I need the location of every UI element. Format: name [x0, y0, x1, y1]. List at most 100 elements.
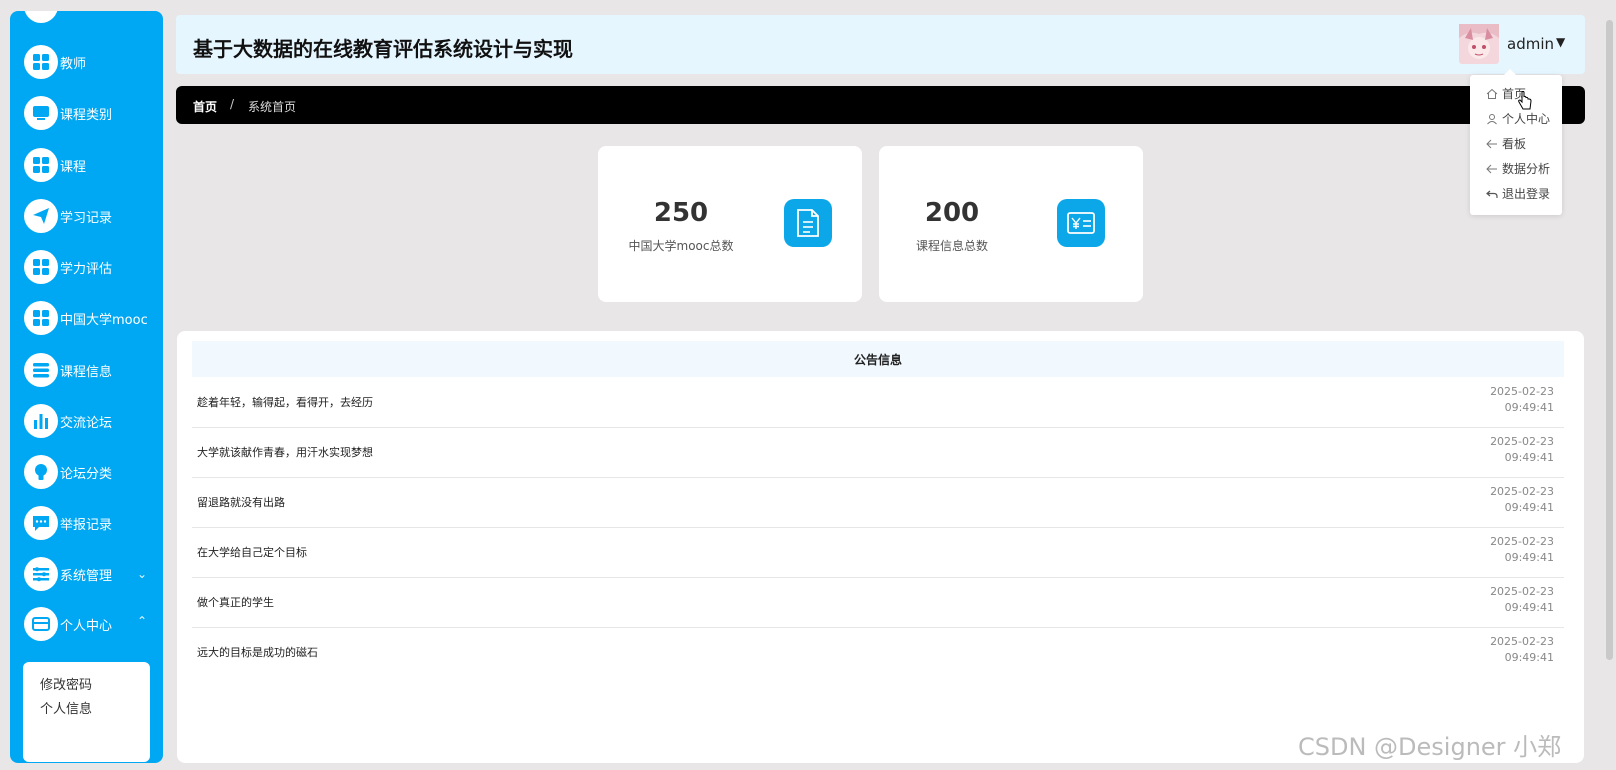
sidebar-item-system-management[interactable]: 系统管理 [24, 554, 112, 594]
app-title: 基于大数据的在线教育评估系统设计与实现 [193, 37, 573, 61]
sidebar-item-forum-category[interactable]: 论坛分类 [24, 452, 112, 492]
logout-icon [1486, 190, 1498, 198]
notice-row[interactable]: 在大学给自己定个目标 2025-02-23 09:49:41 [192, 527, 1564, 578]
grid-icon [24, 148, 58, 182]
list-icon [24, 353, 58, 387]
notice-panel: 公告信息 趁着年轻，输得起，看得开，去经历 2025-02-23 09:49:4… [177, 331, 1584, 763]
notice-row[interactable]: 留退路就没有出路 2025-02-23 09:49:41 [192, 477, 1564, 528]
sidebar-item-course-category[interactable]: 课程类别 [24, 93, 112, 133]
bar-chart-icon [24, 404, 58, 438]
chevron-down-icon[interactable]: ⌄ [137, 567, 147, 581]
submenu-item-personal-info[interactable]: 个人信息 [40, 698, 92, 717]
sidebar-item-forum[interactable]: 交流论坛 [24, 401, 112, 441]
mouse-cursor-icon [1517, 91, 1533, 115]
notice-text: 远大的目标是成功的磁石 [197, 646, 318, 659]
notice-date: 2025-02-23 [1490, 535, 1554, 548]
notice-date: 2025-02-23 [1490, 385, 1554, 398]
sidebar-item-label: 课程信息 [60, 364, 113, 380]
notice-date: 2025-02-23 [1490, 635, 1554, 648]
sidebar-item-label: 课程 [60, 159, 87, 175]
sidebar-item-ability-assessment[interactable]: 学力评估 [24, 247, 112, 287]
user-icon [1487, 113, 1497, 124]
breadcrumb-home[interactable]: 首页 [193, 98, 217, 115]
home-icon [1486, 88, 1498, 99]
submenu-item-change-password[interactable]: 修改密码 [40, 674, 92, 693]
sidebar-item-label: 交流论坛 [60, 415, 113, 431]
sidebar-item-label: 课程类别 [60, 107, 113, 123]
breadcrumb-separator: / [230, 97, 235, 111]
dropdown-item-dashboard[interactable]: 看板 [1486, 135, 1526, 152]
user-dropdown-menu: 首页 个人中心 看板 数据分析 退出登录 [1470, 75, 1562, 215]
stat-label: 中国大学mooc总数 [628, 239, 734, 253]
dropdown-item-label: 数据分析 [1502, 162, 1551, 176]
sidebar-item-label: 系统管理 [60, 568, 113, 584]
sidebar: 教师 课程类别 课程 学习记录 学力评估 中国大学mooc 课程信息 交流论坛 … [10, 11, 163, 763]
notice-row[interactable]: 做个真正的学生 2025-02-23 09:49:41 [192, 577, 1564, 628]
sidebar-item-personal-center[interactable]: 个人中心 [24, 604, 112, 644]
notice-row[interactable]: 大学就该献作青春，用汗水实现梦想 2025-02-23 09:49:41 [192, 427, 1564, 478]
sidebar-item-label: 论坛分类 [60, 466, 113, 482]
settings-icon [24, 557, 58, 591]
sidebar-item-label: 举报记录 [60, 517, 113, 533]
sidebar-item-report-record[interactable]: 举报记录 [24, 503, 112, 543]
notice-row[interactable]: 远大的目标是成功的磁石 2025-02-23 09:49:41 [192, 627, 1564, 677]
notice-time: 09:49:41 [1504, 401, 1554, 414]
sidebar-item-mooc[interactable]: 中国大学mooc [24, 298, 148, 338]
notice-date: 2025-02-23 [1490, 485, 1554, 498]
caret-down-icon[interactable]: ▼ [1556, 35, 1565, 49]
username-label[interactable]: admin [1507, 35, 1554, 53]
arrow-left-icon [1486, 139, 1497, 148]
watermark: CSDN @Designer 小郑 [1298, 733, 1562, 761]
breadcrumb: 首页 / 系统首页 [176, 86, 1585, 124]
notice-text: 在大学给自己定个目标 [197, 546, 307, 559]
yen-card-icon [1057, 199, 1105, 247]
paper-plane-icon [24, 199, 58, 233]
dropdown-item-label: 退出登录 [1502, 187, 1551, 201]
sidebar-item-course-info[interactable]: 课程信息 [24, 350, 112, 390]
sidebar-item-teacher[interactable]: 教师 [24, 42, 86, 82]
stat-value: 200 [924, 198, 980, 228]
sidebar-item-label: 学力评估 [60, 261, 113, 277]
grid-icon [24, 301, 58, 335]
sidebar-item-label: 中国大学mooc [60, 312, 148, 328]
notice-row[interactable]: 趁着年轻，输得起，看得开，去经历 2025-02-23 09:49:41 [192, 377, 1564, 428]
monitor-icon [24, 96, 58, 130]
notice-date: 2025-02-23 [1490, 435, 1554, 448]
top-header: 基于大数据的在线教育评估系统设计与实现 admin ▼ [176, 15, 1585, 74]
dropdown-item-label: 看板 [1502, 137, 1527, 151]
notice-text: 留退路就没有出路 [197, 496, 285, 509]
dropdown-item-data-analysis[interactable]: 数据分析 [1486, 160, 1550, 177]
notice-time: 09:49:41 [1504, 651, 1554, 664]
chevron-up-icon[interactable]: ⌃ [137, 614, 147, 628]
sidebar-item-label: 教师 [60, 56, 87, 72]
dropdown-arrow [1504, 69, 1516, 75]
sidebar-item-study-record[interactable]: 学习记录 [24, 196, 112, 236]
stat-card-mooc: 250 中国大学mooc总数 [598, 146, 862, 302]
notice-time: 09:49:41 [1504, 551, 1554, 564]
dropdown-item-logout[interactable]: 退出登录 [1486, 185, 1550, 202]
document-icon [784, 199, 832, 247]
stat-value: 250 [653, 198, 709, 228]
arrow-left-icon [1486, 164, 1497, 173]
notice-time: 09:49:41 [1504, 601, 1554, 614]
notice-date: 2025-02-23 [1490, 585, 1554, 598]
personal-center-submenu: 修改密码 个人信息 [23, 662, 150, 762]
notice-title: 公告信息 [192, 341, 1564, 377]
sidebar-item-label: 学习记录 [60, 210, 113, 226]
notice-text: 大学就该献作青春，用汗水实现梦想 [197, 446, 373, 459]
grid-icon [24, 250, 58, 284]
lightbulb-icon [24, 455, 58, 489]
grid-icon [24, 45, 58, 79]
sidebar-item-course[interactable]: 课程 [24, 145, 86, 185]
scrollbar-thumb[interactable] [1606, 20, 1613, 660]
avatar[interactable] [1459, 24, 1499, 64]
partial-nav-icon [24, 11, 58, 23]
notice-text: 趁着年轻，输得起，看得开，去经历 [197, 396, 373, 409]
notice-time: 09:49:41 [1504, 451, 1554, 464]
notice-time: 09:49:41 [1504, 501, 1554, 514]
stat-card-course-info: 200 课程信息总数 [879, 146, 1143, 302]
breadcrumb-current: 系统首页 [248, 100, 297, 114]
card-icon [24, 607, 58, 641]
stat-label: 课程信息总数 [915, 239, 988, 253]
chat-icon [24, 506, 58, 540]
